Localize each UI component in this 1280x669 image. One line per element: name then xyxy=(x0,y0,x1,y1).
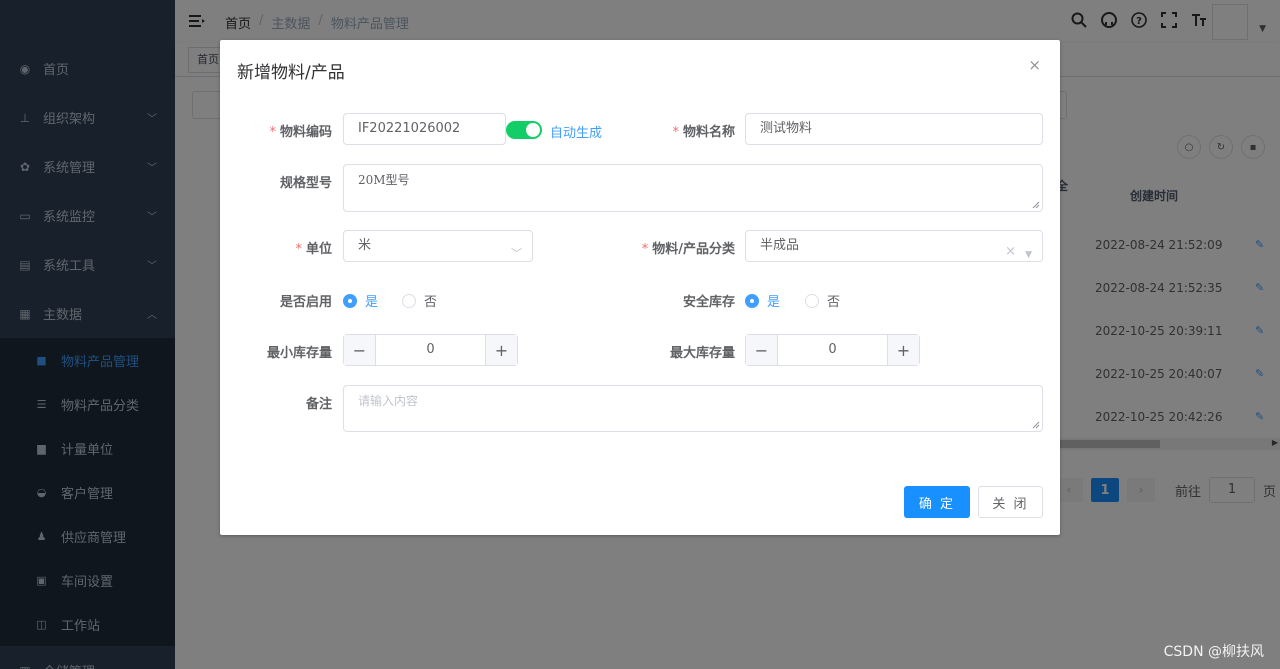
min-stock-value[interactable]: 0 xyxy=(376,335,485,365)
spec-textarea[interactable]: 20M型号 xyxy=(343,164,1043,212)
safety-yes-radio[interactable]: 是 xyxy=(745,291,780,310)
unit-select[interactable]: 米 ﹀ xyxy=(343,230,533,262)
category-select[interactable]: 半成品 × ▼ xyxy=(745,230,1043,262)
radio-dot xyxy=(745,293,759,308)
field-label-spec: 规格型号 xyxy=(279,176,332,191)
field-label-name: * 物料名称 xyxy=(672,125,735,140)
field-label-safety: 安全库存 xyxy=(682,295,735,310)
field-label-category: * 物料/产品分类 xyxy=(641,242,735,257)
add-material-dialog: 新增物料/产品 × * 物料编码 IF20221026002 自动生成 * 物料名称… xyxy=(220,40,1060,535)
decrease-button[interactable]: − xyxy=(746,335,778,365)
field-label-min-stock: 最小库存量 xyxy=(266,346,332,361)
field-label-code: * 物料编码 xyxy=(269,125,332,140)
increase-button[interactable]: + xyxy=(887,335,919,365)
required-mark: * xyxy=(295,242,302,257)
max-stock-value[interactable]: 0 xyxy=(778,335,887,365)
safety-no-radio[interactable]: 否 xyxy=(805,291,840,310)
field-label-remark: 备注 xyxy=(305,397,332,412)
close-button[interactable]: 关 闭 xyxy=(978,486,1043,518)
auto-generate-label: 自动生成 xyxy=(550,126,603,141)
category-value: 半成品 xyxy=(760,238,800,253)
chevron-down-icon: ﹀ xyxy=(511,247,522,260)
field-label-enabled: 是否启用 xyxy=(279,295,332,310)
material-code-input[interactable]: IF20221026002 xyxy=(343,113,506,145)
watermark: CSDN @柳扶风 xyxy=(1163,644,1264,660)
decrease-button[interactable]: − xyxy=(344,335,376,365)
material-name-input[interactable]: 测试物料 xyxy=(745,113,1043,145)
clear-icon[interactable]: × xyxy=(1005,237,1016,267)
radio-dot xyxy=(343,293,357,308)
required-mark: * xyxy=(641,242,649,257)
enabled-yes-radio[interactable]: 是 xyxy=(343,291,378,310)
auto-generate-switch[interactable] xyxy=(506,121,542,139)
unit-value: 米 xyxy=(358,238,372,253)
field-label-unit: * 单位 xyxy=(295,242,332,257)
remark-textarea[interactable]: 请输入内容 xyxy=(343,385,1043,432)
required-mark: * xyxy=(672,125,679,140)
spec-value: 20M型号 xyxy=(358,173,410,187)
enabled-no-radio[interactable]: 否 xyxy=(402,291,437,310)
field-label-max-stock: 最大库存量 xyxy=(669,346,735,361)
min-stock-stepper[interactable]: − 0 + xyxy=(343,334,518,366)
resize-handle-icon[interactable] xyxy=(1032,201,1040,209)
increase-button[interactable]: + xyxy=(485,335,517,365)
required-mark: * xyxy=(269,125,276,140)
caret-down-icon: ▼ xyxy=(1025,250,1032,260)
max-stock-stepper[interactable]: − 0 + xyxy=(745,334,920,366)
resize-handle-icon[interactable] xyxy=(1032,421,1040,429)
dialog-title: 新增物料/产品 xyxy=(237,63,345,83)
confirm-button[interactable]: 确 定 xyxy=(904,486,970,518)
remark-placeholder: 请输入内容 xyxy=(358,394,419,408)
close-icon[interactable]: × xyxy=(1028,56,1041,74)
radio-dot xyxy=(402,293,416,308)
radio-dot xyxy=(805,293,819,308)
